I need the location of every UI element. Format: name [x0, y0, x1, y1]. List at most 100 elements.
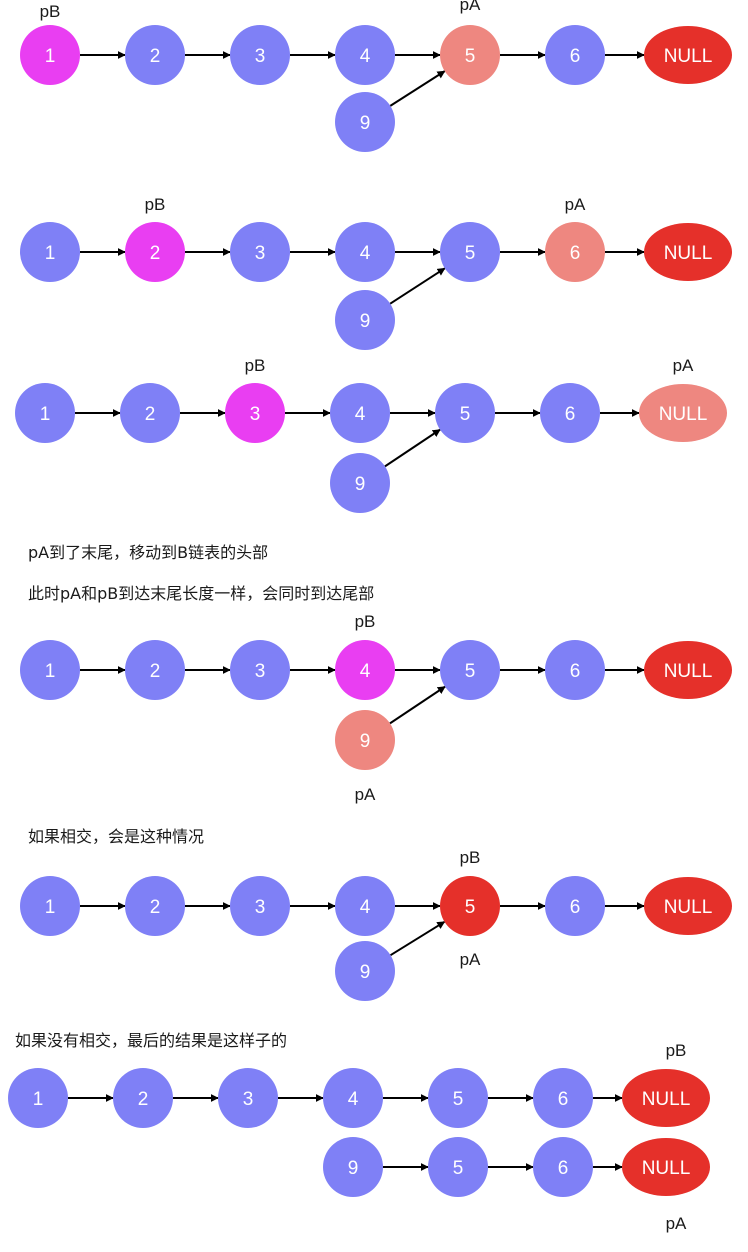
list-node: 9 — [323, 1137, 383, 1197]
node-label: 1 — [45, 661, 56, 682]
list-node: 6 — [545, 876, 605, 936]
node-label: 2 — [138, 1089, 149, 1110]
node-label: 1 — [33, 1089, 44, 1110]
list-node: 1 — [8, 1068, 68, 1128]
list-node: 1 — [20, 222, 80, 282]
list-node: 2 — [125, 222, 185, 282]
node-label: 2 — [150, 897, 161, 918]
node-label: NULL — [664, 897, 713, 918]
list-node: 5 — [435, 383, 495, 443]
node-label: 6 — [570, 243, 581, 264]
list-node: 6 — [545, 25, 605, 85]
list-node: 2 — [120, 383, 180, 443]
null-node: NULL — [644, 877, 732, 935]
list-node: 2 — [125, 25, 185, 85]
list-node: 6 — [545, 640, 605, 700]
list-node: 9 — [335, 941, 395, 1001]
edge-arrow — [384, 428, 441, 468]
list-node: 6 — [533, 1137, 593, 1197]
node-label: NULL — [664, 661, 713, 682]
node-label: NULL — [659, 404, 708, 425]
node-label: 3 — [255, 46, 266, 67]
node-label: NULL — [664, 46, 713, 67]
node-label: 9 — [348, 1158, 359, 1179]
list-node: 4 — [335, 25, 395, 85]
list-node: 6 — [540, 383, 600, 443]
node-label: 5 — [465, 46, 476, 67]
node-label: 3 — [250, 404, 261, 425]
pointer-label-pa: pA — [460, 0, 481, 14]
node-label: 2 — [145, 404, 156, 425]
node-label: 9 — [360, 962, 371, 983]
caption-text: pA到了末尾，移动到B链表的头部 — [28, 543, 268, 562]
list-node: 1 — [20, 876, 80, 936]
null-node: NULL — [644, 26, 732, 84]
list-node: 9 — [335, 710, 395, 770]
list-node: 3 — [230, 25, 290, 85]
list-node: 2 — [113, 1068, 173, 1128]
pointer-label-pa: pA — [666, 1214, 687, 1233]
node-label: 1 — [45, 897, 56, 918]
node-label: 6 — [565, 404, 576, 425]
node-label: NULL — [642, 1158, 691, 1179]
list-node: 3 — [230, 222, 290, 282]
node-label: 2 — [150, 46, 161, 67]
node-label: 9 — [360, 311, 371, 332]
node-label: 9 — [355, 474, 366, 495]
list-node: 4 — [330, 383, 390, 443]
pointer-label-pb: pB — [460, 848, 481, 867]
node-label: 1 — [45, 243, 56, 264]
node-label: 6 — [570, 661, 581, 682]
list-node: 4 — [335, 222, 395, 282]
list-node: 5 — [440, 222, 500, 282]
node-label: 4 — [360, 897, 371, 918]
pointer-label-pa: pA — [673, 356, 694, 375]
node-label: 6 — [558, 1158, 569, 1179]
pointer-label-pb: pB — [355, 612, 376, 631]
pointer-label-pb: pB — [666, 1041, 687, 1060]
list-node: 3 — [230, 640, 290, 700]
node-label: 2 — [150, 661, 161, 682]
list-node: 5 — [428, 1068, 488, 1128]
list-node: 3 — [218, 1068, 278, 1128]
pointer-label-pb: pB — [145, 195, 166, 214]
list-node: 5 — [440, 640, 500, 700]
list-node: 4 — [335, 876, 395, 936]
node-label: 4 — [360, 46, 371, 67]
edge-arrow — [389, 267, 446, 305]
list-node: 4 — [323, 1068, 383, 1128]
list-node: 3 — [230, 876, 290, 936]
list-node: 5 — [428, 1137, 488, 1197]
list-node: 1 — [15, 383, 75, 443]
pointer-label-pa: pA — [460, 950, 481, 969]
node-label: 5 — [453, 1158, 464, 1179]
list-node: 9 — [335, 92, 395, 152]
node-label: 1 — [45, 46, 56, 67]
list-node: 6 — [545, 222, 605, 282]
caption-text: 如果相交，会是这种情况 — [28, 827, 204, 846]
null-node: NULL — [644, 641, 732, 699]
linked-list-intersection-diagram: 1 2 3 4 5 6 NULL 9 1 2 3 4 5 6 NULL 9 1 2 3 4 5 6 NULL 9 1 2 3 4 5 6 N… — [8, 0, 732, 1233]
list-node: 9 — [330, 453, 390, 513]
null-node: NULL — [622, 1138, 710, 1196]
node-label: 9 — [360, 113, 371, 134]
edge-arrow — [389, 70, 446, 107]
node-label: 3 — [243, 1089, 254, 1110]
list-node: 1 — [20, 640, 80, 700]
node-label: 9 — [360, 731, 371, 752]
node-label: 5 — [453, 1089, 464, 1110]
list-node: 9 — [335, 290, 395, 350]
node-label: 5 — [465, 243, 476, 264]
node-label: 4 — [360, 661, 371, 682]
node-label: NULL — [642, 1089, 691, 1110]
list-node: 1 — [20, 25, 80, 85]
edge-arrow — [389, 920, 446, 957]
pointer-label-pa: pA — [355, 785, 376, 804]
node-label: 6 — [570, 46, 581, 67]
list-node: 5 — [440, 876, 500, 936]
null-node: NULL — [644, 223, 732, 281]
node-label: 6 — [558, 1089, 569, 1110]
node-label: 4 — [355, 404, 366, 425]
node-label: NULL — [664, 243, 713, 264]
node-label: 3 — [255, 661, 266, 682]
